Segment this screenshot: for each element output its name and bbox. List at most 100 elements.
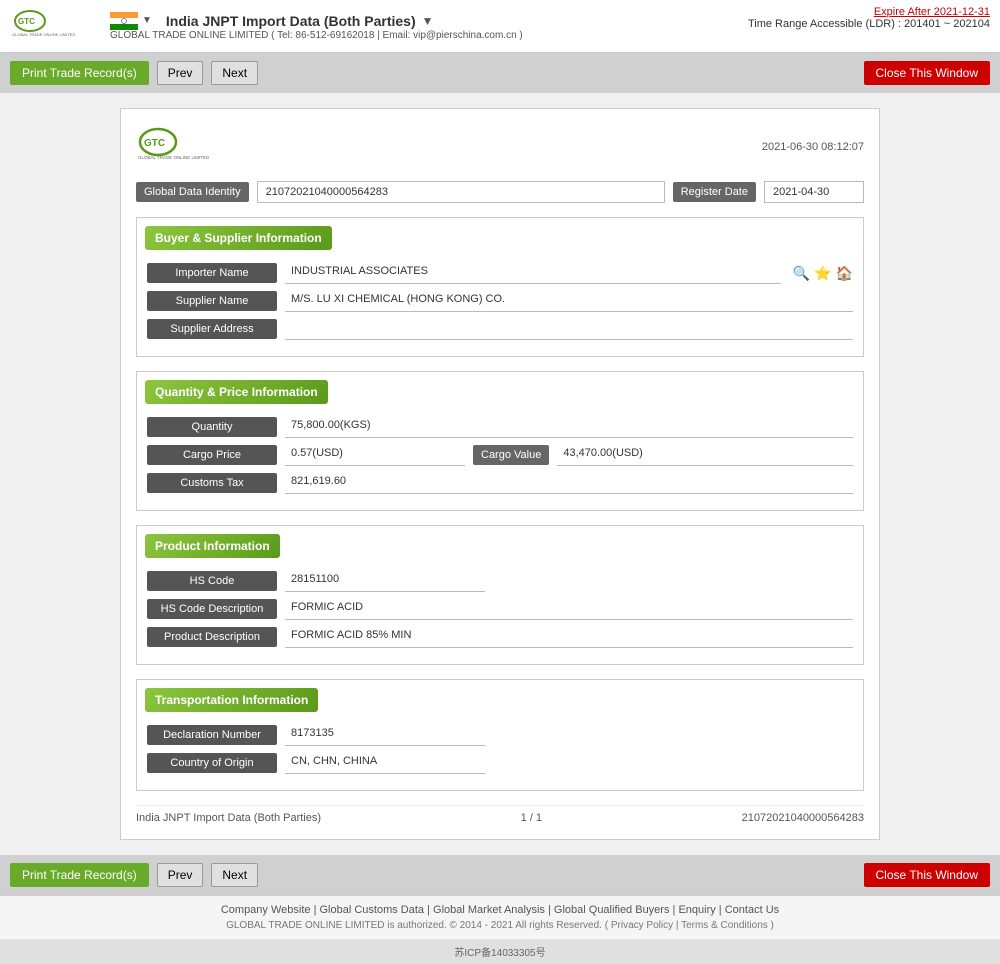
hs-code-value: 28151100: [285, 570, 485, 592]
product-body: HS Code 28151100 HS Code Description FOR…: [137, 566, 863, 664]
country-origin-row: Country of Origin CN, CHN, CHINA: [147, 752, 853, 774]
gdi-value: 21072021040000564283: [257, 181, 665, 203]
ldr-label: Time Range Accessible (LDR) : 201401 ~ 2…: [748, 18, 990, 30]
transportation-section: Transportation Information Declaration N…: [136, 679, 864, 791]
cargo-price-row: Cargo Price 0.57(USD) Cargo Value 43,470…: [147, 444, 853, 466]
customs-tax-label: Customs Tax: [147, 473, 277, 493]
buyer-supplier-section: Buyer & Supplier Information Importer Na…: [136, 217, 864, 357]
header: GTC GLOBAL TRADE ONLINE LIMITED ▼ India …: [0, 0, 1000, 53]
record-footer: India JNPT Import Data (Both Parties) 1 …: [136, 805, 864, 824]
footer-enquiry[interactable]: Enquiry: [678, 904, 715, 916]
product-section: Product Information HS Code 28151100 HS …: [136, 525, 864, 665]
transportation-body: Declaration Number 8173135 Country of Or…: [137, 720, 863, 790]
footer-company-website[interactable]: Company Website: [221, 904, 311, 916]
header-subtitle: GLOBAL TRADE ONLINE LIMITED ( Tel: 86-51…: [110, 30, 523, 41]
buyer-supplier-title: Buyer & Supplier Information: [145, 226, 332, 250]
cargo-price-label: Cargo Price: [147, 445, 277, 465]
supplier-row: Supplier Name M/S. LU XI CHEMICAL (HONG …: [147, 290, 853, 312]
bottom-close-button[interactable]: Close This Window: [864, 863, 990, 887]
footer-terms[interactable]: Terms & Conditions: [681, 920, 768, 931]
prev-button[interactable]: Prev: [157, 61, 204, 85]
importer-label: Importer Name: [147, 263, 277, 283]
bottom-next-button[interactable]: Next: [211, 863, 258, 887]
footer-contact[interactable]: Contact Us: [725, 904, 779, 916]
main-content: GTC GLOBAL TRADE ONLINE LIMITED 2021-06-…: [0, 93, 1000, 855]
declaration-label: Declaration Number: [147, 725, 277, 745]
country-origin-value: CN, CHN, CHINA: [285, 752, 485, 774]
cargo-value-value: 43,470.00(USD): [557, 444, 853, 466]
supplier-value: M/S. LU XI CHEMICAL (HONG KONG) CO.: [285, 290, 853, 312]
hs-code-label: HS Code: [147, 571, 277, 591]
product-desc-row: Product Description FORMIC ACID 85% MIN: [147, 626, 853, 648]
gdi-label: Global Data Identity: [136, 182, 249, 202]
declaration-row: Declaration Number 8173135: [147, 724, 853, 746]
customs-tax-row: Customs Tax 821,619.60: [147, 472, 853, 494]
bottom-print-button[interactable]: Print Trade Record(s): [10, 863, 149, 887]
svg-text:GLOBAL TRADE ONLINE LIMITED: GLOBAL TRADE ONLINE LIMITED: [138, 155, 210, 160]
register-date-label: Register Date: [673, 182, 756, 202]
logo-area: GTC GLOBAL TRADE ONLINE LIMITED: [10, 6, 90, 46]
quantity-value: 75,800.00(KGS): [285, 416, 853, 438]
product-title: Product Information: [145, 534, 280, 558]
next-button[interactable]: Next: [211, 61, 258, 85]
importer-icons: 🔍 ⭐ 🏠: [793, 265, 853, 282]
print-button[interactable]: Print Trade Record(s): [10, 61, 149, 85]
hs-desc-value: FORMIC ACID: [285, 598, 853, 620]
quantity-row: Quantity 75,800.00(KGS): [147, 416, 853, 438]
record-data-type: India JNPT Import Data (Both Parties): [136, 812, 321, 824]
customs-tax-value: 821,619.60: [285, 472, 853, 494]
register-date-value: 2021-04-30: [764, 181, 864, 203]
svg-text:GLOBAL TRADE ONLINE LIMITED: GLOBAL TRADE ONLINE LIMITED: [12, 32, 75, 37]
beian: 苏ICP备14033305号: [0, 939, 1000, 964]
quantity-label: Quantity: [147, 417, 277, 437]
buyer-supplier-body: Importer Name INDUSTRIAL ASSOCIATES 🔍 ⭐ …: [137, 258, 863, 356]
hs-desc-row: HS Code Description FORMIC ACID: [147, 598, 853, 620]
bottom-prev-button[interactable]: Prev: [157, 863, 204, 887]
cargo-price-value: 0.57(USD): [285, 444, 465, 466]
close-button[interactable]: Close This Window: [864, 61, 990, 85]
supplier-address-value: [285, 318, 853, 340]
company-logo: GTC GLOBAL TRADE ONLINE LIMITED: [10, 6, 90, 46]
record-page: 1 / 1: [521, 812, 542, 824]
declaration-value: 8173135: [285, 724, 485, 746]
india-flag: [110, 12, 138, 30]
supplier-address-label: Supplier Address: [147, 319, 277, 339]
page-footer: Company Website | Global Customs Data | …: [0, 895, 1000, 939]
supplier-label: Supplier Name: [147, 291, 277, 311]
product-desc-value: FORMIC ACID 85% MIN: [285, 626, 853, 648]
hs-desc-label: HS Code Description: [147, 599, 277, 619]
gdi-row: Global Data Identity 2107202104000056428…: [136, 181, 864, 203]
expire-label[interactable]: Expire After 2021-12-31: [748, 6, 990, 18]
record-card: GTC GLOBAL TRADE ONLINE LIMITED 2021-06-…: [120, 108, 880, 840]
home-icon[interactable]: 🏠: [836, 265, 853, 282]
importer-row: Importer Name INDUSTRIAL ASSOCIATES 🔍 ⭐ …: [147, 262, 853, 284]
footer-copyright: GLOBAL TRADE ONLINE LIMITED is authorize…: [10, 920, 990, 931]
hs-code-row: HS Code 28151100: [147, 570, 853, 592]
record-logo: GTC GLOBAL TRADE ONLINE LIMITED: [136, 124, 246, 169]
country-origin-label: Country of Origin: [147, 753, 277, 773]
footer-customs-data[interactable]: Global Customs Data: [320, 904, 425, 916]
footer-qualified-buyers[interactable]: Global Qualified Buyers: [554, 904, 670, 916]
header-right: Expire After 2021-12-31 Time Range Acces…: [748, 6, 990, 30]
record-id: 21072021040000564283: [742, 812, 864, 824]
svg-text:GTC: GTC: [18, 17, 35, 26]
star-icon[interactable]: ⭐: [814, 265, 831, 282]
quantity-price-title: Quantity & Price Information: [145, 380, 328, 404]
search-icon[interactable]: 🔍: [793, 265, 810, 282]
quantity-price-section: Quantity & Price Information Quantity 75…: [136, 371, 864, 511]
flag-area: ▼: [110, 12, 152, 30]
footer-privacy[interactable]: Privacy Policy: [611, 920, 673, 931]
record-header: GTC GLOBAL TRADE ONLINE LIMITED 2021-06-…: [136, 124, 864, 169]
footer-market-analysis[interactable]: Global Market Analysis: [433, 904, 545, 916]
cargo-value-label: Cargo Value: [473, 445, 549, 465]
top-toolbar: Print Trade Record(s) Prev Next Close Th…: [0, 53, 1000, 93]
product-desc-label: Product Description: [147, 627, 277, 647]
quantity-price-body: Quantity 75,800.00(KGS) Cargo Price 0.57…: [137, 412, 863, 510]
bottom-toolbar: Print Trade Record(s) Prev Next Close Th…: [0, 855, 1000, 895]
title-dropdown[interactable]: ▼: [422, 14, 434, 28]
footer-links: Company Website | Global Customs Data | …: [10, 904, 990, 916]
svg-text:GTC: GTC: [144, 138, 165, 149]
importer-value: INDUSTRIAL ASSOCIATES: [285, 262, 781, 284]
record-timestamp: 2021-06-30 08:12:07: [762, 141, 864, 153]
transportation-title: Transportation Information: [145, 688, 318, 712]
